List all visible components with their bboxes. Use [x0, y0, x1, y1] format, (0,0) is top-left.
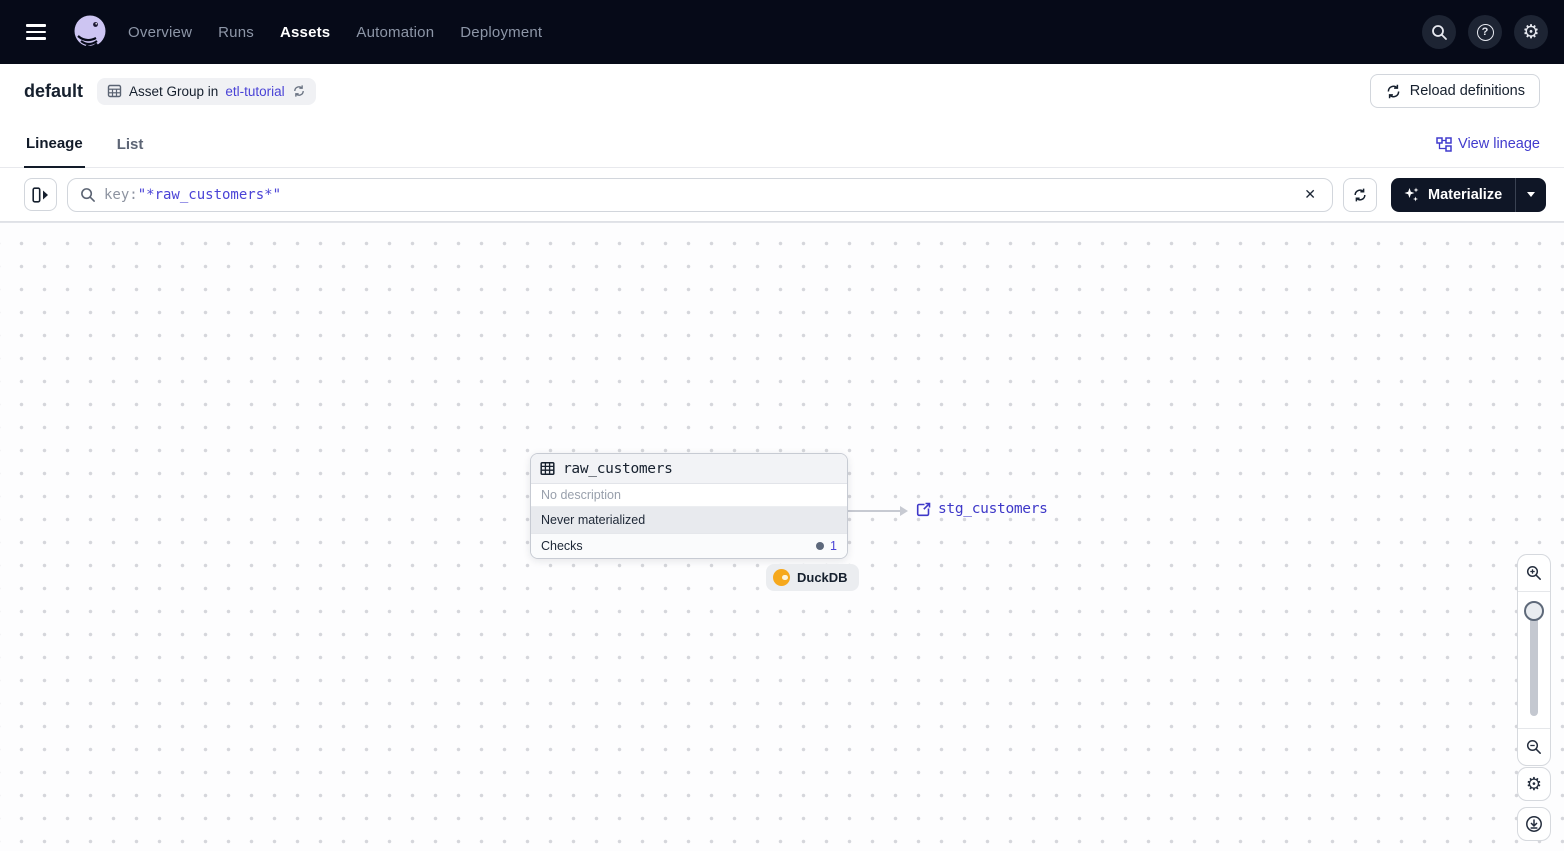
zoom-slider[interactable]	[1518, 591, 1550, 729]
nav-item-deployment[interactable]: Deployment	[460, 24, 542, 41]
asset-description: No description	[531, 484, 847, 507]
help-button[interactable]: ?	[1468, 15, 1502, 49]
gear-icon: ⚙	[1522, 21, 1540, 43]
clear-filter-icon[interactable]: ✕	[1298, 182, 1322, 207]
chevron-down-icon	[1527, 192, 1536, 197]
asset-status: Never materialized	[531, 507, 847, 533]
search-icon	[81, 187, 95, 202]
materialize-dropdown-button[interactable]	[1516, 178, 1546, 212]
dagster-logo-icon[interactable]	[70, 12, 110, 52]
menu-icon[interactable]	[22, 14, 58, 50]
nav-item-automation[interactable]: Automation	[356, 24, 434, 41]
settings-button[interactable]: ⚙	[1514, 15, 1548, 49]
arrow-down-circle-icon	[1526, 816, 1542, 832]
downstream-asset-link[interactable]: stg_customers	[916, 501, 1048, 517]
reload-definitions-label: Reload definitions	[1409, 83, 1525, 99]
asset-group-badge: Asset Group in etl-tutorial	[97, 77, 316, 105]
sidebar-toggle-button[interactable]	[24, 178, 57, 211]
search-button[interactable]	[1422, 15, 1456, 49]
lineage-toolbar: key: "*raw_customers*" ✕ Materialize	[0, 168, 1564, 222]
refresh-graph-button[interactable]	[1343, 177, 1377, 212]
asset-name: raw_customers	[563, 460, 673, 477]
view-lineage-link[interactable]: View lineage	[1436, 136, 1540, 167]
zoom-controls	[1517, 554, 1551, 766]
help-icon: ?	[1476, 23, 1494, 41]
checks-count: 1	[830, 539, 837, 553]
check-status-dot	[816, 542, 825, 550]
search-icon	[1431, 24, 1447, 40]
reload-icon	[1387, 84, 1400, 98]
kind-badge-duckdb[interactable]: DuckDB	[766, 564, 859, 591]
open-external-icon	[916, 502, 931, 516]
lineage-icon	[1436, 136, 1452, 152]
recenter-view-button[interactable]	[1517, 807, 1551, 841]
lineage-edge-arrowhead	[900, 506, 908, 516]
materialize-label: Materialize	[1428, 186, 1503, 203]
refresh-icon	[1354, 188, 1366, 201]
nav-item-assets[interactable]: Assets	[280, 24, 330, 41]
kind-badge-label: DuckDB	[797, 570, 848, 585]
view-lineage-label: View lineage	[1458, 136, 1540, 152]
page-header: default Asset Group in etl-tutorial Relo…	[0, 64, 1564, 118]
code-location-link[interactable]: etl-tutorial	[225, 84, 284, 99]
page-title: default	[24, 80, 84, 101]
checks-label: Checks	[541, 539, 583, 553]
tabs-bar: Lineage List View lineage	[0, 118, 1564, 168]
asset-node-raw-customers[interactable]: raw_customers No description Never mater…	[530, 453, 848, 559]
zoom-in-button[interactable]	[1518, 555, 1550, 591]
reload-definitions-button[interactable]: Reload definitions	[1369, 74, 1540, 108]
nav-item-runs[interactable]: Runs	[218, 24, 254, 41]
tab-lineage[interactable]: Lineage	[24, 123, 85, 168]
duckdb-icon	[773, 569, 790, 586]
table-icon	[107, 84, 122, 97]
sparkles-icon	[1404, 187, 1419, 202]
asset-node-header: raw_customers	[531, 454, 847, 484]
top-navbar: Overview Runs Assets Automation Deployme…	[0, 0, 1564, 64]
zoom-in-icon	[1526, 565, 1541, 580]
downstream-asset-name: stg_customers	[938, 501, 1048, 517]
panel-expand-icon	[31, 186, 48, 203]
filter-value-token: "*raw_customers*"	[137, 186, 282, 203]
zoom-out-icon	[1526, 739, 1541, 754]
nav-item-overview[interactable]: Overview	[128, 24, 192, 41]
table-icon	[540, 462, 555, 475]
materialize-button[interactable]: Materialize	[1391, 178, 1515, 212]
graph-settings-button[interactable]: ⚙	[1517, 767, 1551, 801]
asset-checks-row: Checks 1	[531, 533, 847, 558]
asset-group-badge-label: Asset Group in	[129, 83, 219, 99]
sync-status-icon[interactable]	[292, 84, 306, 98]
gear-icon: ⚙	[1525, 774, 1543, 794]
materialize-split-button: Materialize	[1391, 177, 1547, 212]
main-nav: Overview Runs Assets Automation Deployme…	[128, 24, 542, 41]
lineage-canvas[interactable]: raw_customers No description Never mater…	[0, 222, 1564, 851]
asset-filter-input[interactable]: key: "*raw_customers*" ✕	[67, 177, 1333, 212]
filter-key-token: key:	[104, 186, 138, 203]
lineage-edge	[846, 510, 902, 512]
tab-list[interactable]: List	[115, 124, 146, 167]
zoom-out-button[interactable]	[1518, 729, 1550, 765]
zoom-slider-handle[interactable]	[1524, 601, 1544, 621]
